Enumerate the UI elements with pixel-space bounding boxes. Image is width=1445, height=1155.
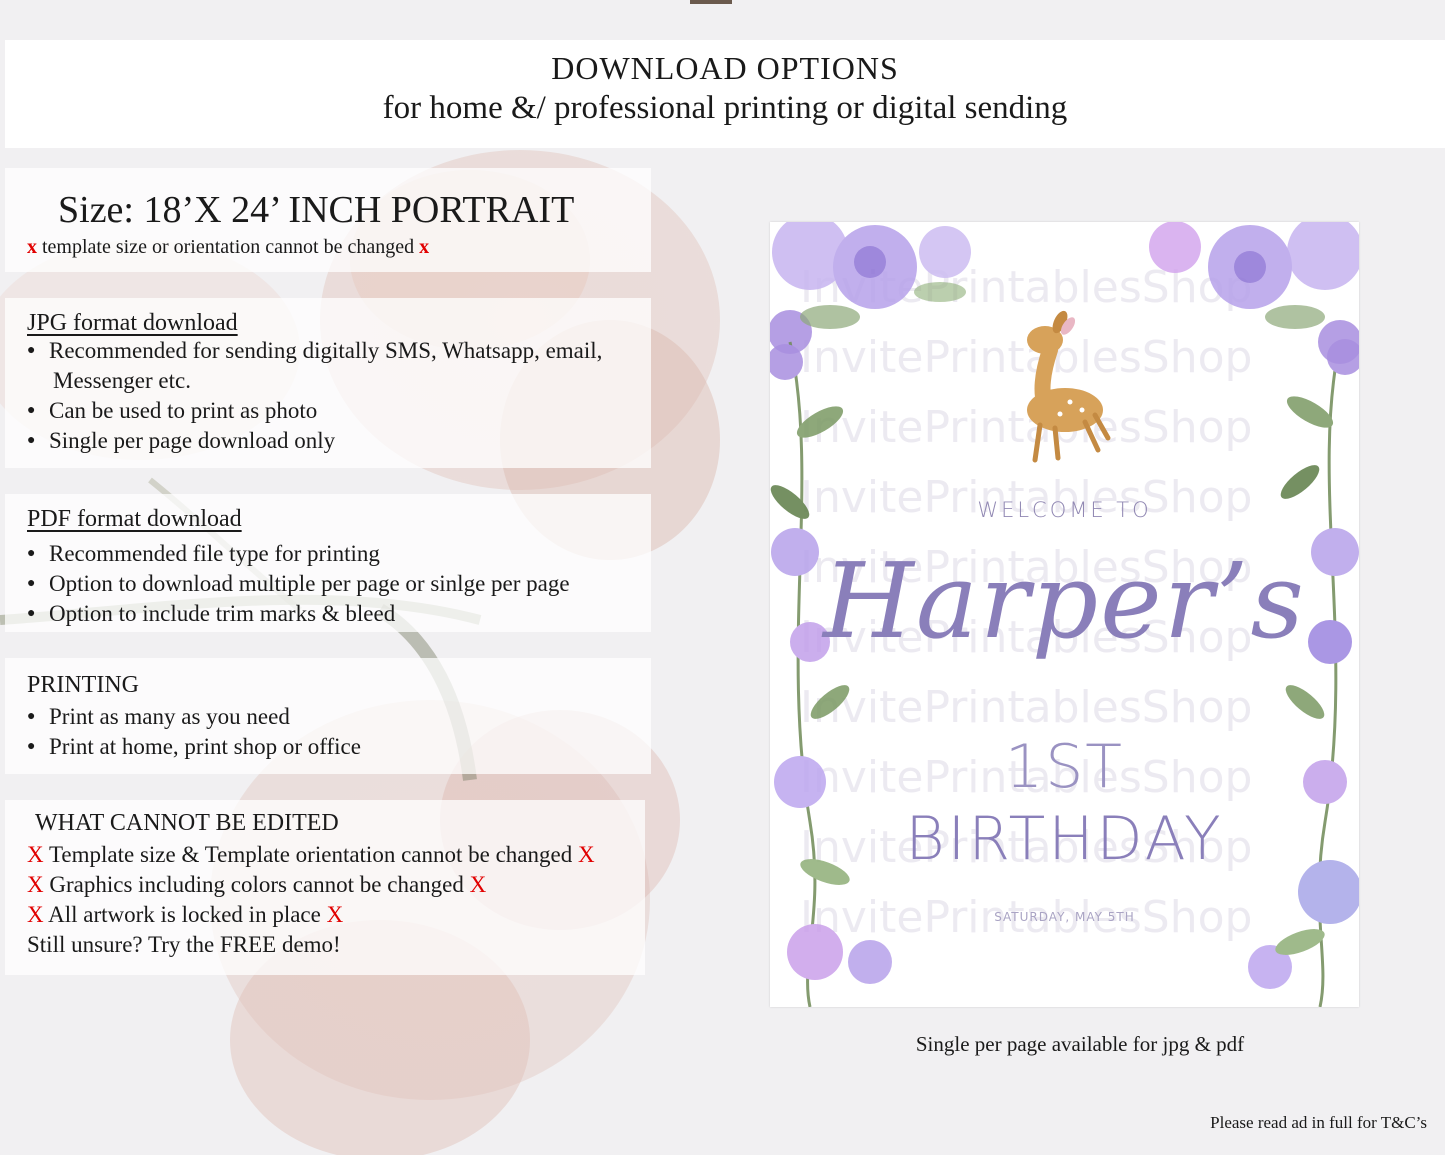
list-item-text: Template size & Template orientation can…: [48, 842, 573, 867]
list-item: Recommended file type for printing: [27, 539, 570, 569]
size-panel: Size: 18’X 24’ INCH PORTRAIT x template …: [5, 168, 651, 272]
list-item: X Template size & Template orientation c…: [27, 840, 595, 870]
x-mark: X: [326, 902, 344, 927]
jpg-list: Recommended for sending digitally SMS, W…: [27, 336, 602, 456]
list-item: Print at home, print shop or office: [27, 732, 361, 762]
watermark-text: InvitePrintablesShop: [800, 332, 1252, 383]
printing-heading: PRINTING: [27, 672, 139, 698]
header-banner: DOWNLOAD OPTIONS for home &/ professiona…: [5, 40, 1445, 148]
list-item: Print as many as you need: [27, 702, 361, 732]
cannot-edit-heading: WHAT CANNOT BE EDITED: [35, 810, 339, 836]
list-item: X All artwork is locked in place X: [27, 900, 595, 930]
cannot-edit-panel: WHAT CANNOT BE EDITED X Template size & …: [5, 800, 645, 975]
poster-preview: InvitePrintablesShop InvitePrintablesSho…: [770, 222, 1359, 1007]
page-subtitle: for home &/ professional printing or dig…: [382, 90, 1068, 126]
pdf-heading: PDF format download: [27, 506, 242, 532]
x-mark: X: [27, 872, 44, 897]
x-mark: X: [577, 842, 595, 867]
page-title: DOWNLOAD OPTIONS: [551, 50, 899, 86]
x-mark: x: [27, 236, 37, 258]
top-edge-mark: [690, 0, 732, 4]
pdf-list: Recommended file type for printing Optio…: [27, 539, 570, 629]
size-note: x template size or orientation cannot be…: [27, 236, 429, 259]
list-item-text: All artwork is locked in place: [48, 902, 321, 927]
list-item: Messenger etc.: [53, 368, 191, 393]
printing-panel: PRINTING Print as many as you need Print…: [5, 658, 651, 774]
cannot-edit-list: X Template size & Template orientation c…: [27, 840, 595, 960]
printing-list: Print as many as you need Print at home,…: [27, 702, 361, 762]
background-flower-illustration: [0, 150, 720, 1155]
poster-caption: Single per page available for jpg & pdf: [915, 1032, 1245, 1056]
list-item: Can be used to print as photo: [27, 396, 602, 426]
list-item: Option to download multiple per page or …: [27, 569, 570, 599]
pdf-panel: PDF format download Recommended file typ…: [5, 494, 651, 632]
size-title: Size: 18’X 24’ INCH PORTRAIT: [58, 189, 575, 231]
poster-birthday: BIRTHDAY: [905, 804, 1224, 874]
list-item: Recommended for sending digitally SMS, W…: [27, 336, 602, 366]
list-item: Option to include trim marks & bleed: [27, 599, 570, 629]
list-item-text: Graphics including colors cannot be chan…: [49, 872, 464, 897]
jpg-panel: JPG format download Recommended for send…: [5, 298, 651, 468]
poster-date: SATURDAY, MAY 5TH: [994, 910, 1135, 924]
footer-note: Please read ad in full for T&C’s: [1210, 1113, 1427, 1132]
poster-welcome: WELCOME TO: [977, 498, 1152, 522]
x-mark: X: [27, 842, 44, 867]
list-item: X Graphics including colors cannot be ch…: [27, 870, 595, 900]
watermark-text: InvitePrintablesShop: [800, 402, 1252, 453]
jpg-heading: JPG format download: [27, 310, 238, 336]
watermark-text: InvitePrintablesShop: [800, 682, 1252, 733]
closing-text: Still unsure? Try the FREE demo!: [27, 932, 341, 957]
x-mark: X: [469, 872, 487, 897]
size-note-text: template size or orientation cannot be c…: [42, 236, 415, 258]
poster-name: Harper’s: [823, 540, 1306, 662]
x-mark: x: [419, 236, 430, 258]
list-item: Single per page download only: [27, 426, 602, 456]
poster-first: 1ST: [1005, 732, 1124, 802]
x-mark: X: [27, 902, 44, 927]
